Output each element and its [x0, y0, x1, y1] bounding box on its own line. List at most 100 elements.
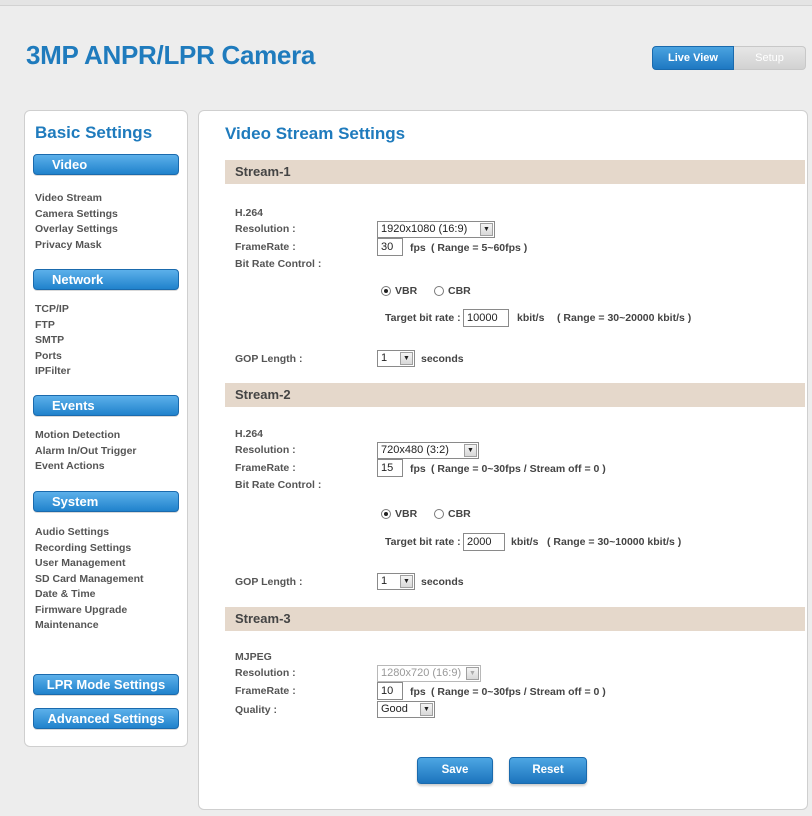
stream-2-gop-select[interactable]: 1 ▼ — [377, 573, 415, 590]
framerate-label: FrameRate : — [235, 241, 296, 253]
stream-1-gop-select[interactable]: 1 ▼ — [377, 350, 415, 367]
stream-1-target-label: Target bit rate : — [385, 312, 461, 324]
stream-1-resolution-value: 1920x1080 (16:9) — [381, 223, 468, 235]
stream-3-quality-value: Good — [381, 703, 408, 715]
framerate-label: FrameRate : — [235, 462, 296, 474]
live-view-button[interactable]: Live View — [652, 46, 734, 70]
resolution-label: Resolution : — [235, 667, 296, 679]
network-section-button[interactable]: Network — [33, 269, 179, 290]
gop-label: GOP Length : — [235, 353, 303, 365]
stream-2-kbits-unit: kbit/s — [511, 536, 539, 548]
stream-1-kbits-unit: kbit/s — [517, 312, 545, 324]
stream-2-cbr-radio[interactable] — [434, 509, 444, 519]
top-bar — [0, 0, 812, 6]
chevron-down-icon: ▼ — [400, 575, 413, 588]
stream-3-fps-unit: fps — [410, 686, 426, 698]
stream-2-seconds-unit: seconds — [421, 576, 464, 588]
stream-3-framerate-input[interactable]: 10 — [377, 682, 403, 700]
video-nav-list: Video Stream Camera Settings Overlay Set… — [35, 191, 118, 253]
stream-2-vbr-radio[interactable] — [381, 509, 391, 519]
stream-1-codec: H.264 — [235, 207, 264, 219]
stream-1-vbr-label: VBR — [395, 285, 418, 297]
sidebar-title: Basic Settings — [35, 123, 153, 142]
stream-1-bitrate-range: ( Range = 30~20000 kbit/s ) — [557, 312, 692, 324]
system-nav-list: Audio Settings Recording Settings User M… — [35, 525, 144, 634]
stream-1-fps-unit: fps — [410, 242, 426, 254]
sidebar-item-audio-settings[interactable]: Audio Settings — [35, 525, 144, 541]
stream-2-target-label: Target bit rate : — [385, 536, 461, 548]
events-section-button[interactable]: Events — [33, 395, 179, 416]
sidebar-item-user-management[interactable]: User Management — [35, 556, 144, 572]
sidebar-item-date-time[interactable]: Date & Time — [35, 587, 144, 603]
stream-3-header: Stream-3 — [225, 607, 805, 631]
stream-1-seconds-unit: seconds — [421, 353, 464, 365]
stream-2-resolution-value: 720x480 (3:2) — [381, 444, 449, 456]
stream-1-cbr-radio[interactable] — [434, 286, 444, 296]
stream-1-cbr-label: CBR — [448, 285, 471, 297]
page-title: Video Stream Settings — [225, 124, 406, 143]
stream-1-gop-value: 1 — [381, 352, 388, 364]
sidebar-item-overlay-settings[interactable]: Overlay Settings — [35, 222, 118, 238]
reset-button[interactable]: Reset — [509, 757, 587, 784]
stream-1-vbr-radio[interactable] — [381, 286, 391, 296]
save-button[interactable]: Save — [417, 757, 493, 784]
main-panel: Video Stream Settings Stream-1 H.264 Res… — [198, 110, 808, 810]
stream-3-codec: MJPEG — [235, 651, 272, 663]
sidebar-item-maintenance[interactable]: Maintenance — [35, 618, 144, 634]
setup-button[interactable]: Setup — [734, 46, 806, 70]
system-section-button[interactable]: System — [33, 491, 179, 512]
stream-2-fps-unit: fps — [410, 463, 426, 475]
sidebar-item-ftp[interactable]: FTP — [35, 318, 71, 334]
stream-2-cbr-label: CBR — [448, 508, 471, 520]
advanced-settings-button[interactable]: Advanced Settings — [33, 708, 179, 729]
sidebar: Basic Settings Video Video Stream Camera… — [24, 110, 188, 747]
sidebar-item-camera-settings[interactable]: Camera Settings — [35, 207, 118, 223]
sidebar-item-smtp[interactable]: SMTP — [35, 333, 71, 349]
sidebar-item-event-actions[interactable]: Event Actions — [35, 459, 137, 475]
framerate-label: FrameRate : — [235, 685, 296, 697]
video-section-button[interactable]: Video — [33, 154, 179, 175]
stream-2-resolution-select[interactable]: 720x480 (3:2) ▼ — [377, 442, 479, 459]
stream-2-vbr-label: VBR — [395, 508, 418, 520]
sidebar-item-ipfilter[interactable]: IPFilter — [35, 364, 71, 380]
stream-1-fps-range: ( Range = 5~60fps ) — [431, 242, 528, 254]
stream-3-quality-select[interactable]: Good ▼ — [377, 701, 435, 718]
chevron-down-icon: ▼ — [480, 223, 493, 236]
sidebar-item-tcpip[interactable]: TCP/IP — [35, 302, 71, 318]
sidebar-item-sd-card-management[interactable]: SD Card Management — [35, 572, 144, 588]
sidebar-item-firmware-upgrade[interactable]: Firmware Upgrade — [35, 603, 144, 619]
sidebar-item-ports[interactable]: Ports — [35, 349, 71, 365]
stream-2-target-bitrate-input[interactable]: 2000 — [463, 533, 505, 551]
stream-3-resolution-select[interactable]: 1280x720 (16:9) ▼ — [377, 665, 481, 682]
stream-1-framerate-input[interactable]: 30 — [377, 238, 403, 256]
chevron-down-icon: ▼ — [464, 444, 477, 457]
sidebar-item-motion-detection[interactable]: Motion Detection — [35, 428, 137, 444]
bitrate-control-label: Bit Rate Control : — [235, 258, 322, 270]
chevron-down-icon: ▼ — [400, 352, 413, 365]
sidebar-item-recording-settings[interactable]: Recording Settings — [35, 541, 144, 557]
stream-2-fps-range: ( Range = 0~30fps / Stream off = 0 ) — [431, 463, 606, 475]
network-nav-list: TCP/IP FTP SMTP Ports IPFilter — [35, 302, 71, 380]
resolution-label: Resolution : — [235, 223, 296, 235]
stream-2-codec: H.264 — [235, 428, 264, 440]
chevron-down-icon: ▼ — [466, 667, 479, 680]
stream-1-resolution-select[interactable]: 1920x1080 (16:9) ▼ — [377, 221, 495, 238]
quality-label: Quality : — [235, 704, 278, 716]
resolution-label: Resolution : — [235, 444, 296, 456]
bitrate-control-label: Bit Rate Control : — [235, 479, 322, 491]
stream-2-header: Stream-2 — [225, 383, 805, 407]
app-title: 3MP ANPR/LPR Camera — [26, 40, 316, 70]
events-nav-list: Motion Detection Alarm In/Out Trigger Ev… — [35, 428, 137, 475]
stream-3-resolution-value: 1280x720 (16:9) — [381, 667, 462, 679]
stream-2-gop-value: 1 — [381, 575, 388, 587]
sidebar-item-alarm-trigger[interactable]: Alarm In/Out Trigger — [35, 444, 137, 460]
stream-1-target-bitrate-input[interactable]: 10000 — [463, 309, 509, 327]
sidebar-item-video-stream[interactable]: Video Stream — [35, 191, 118, 207]
stream-3-fps-range: ( Range = 0~30fps / Stream off = 0 ) — [431, 686, 606, 698]
stream-1-header: Stream-1 — [225, 160, 805, 184]
stream-2-framerate-input[interactable]: 15 — [377, 459, 403, 477]
chevron-down-icon: ▼ — [420, 703, 433, 716]
lpr-mode-settings-button[interactable]: LPR Mode Settings — [33, 674, 179, 695]
stream-2-bitrate-range: ( Range = 30~10000 kbit/s ) — [547, 536, 682, 548]
sidebar-item-privacy-mask[interactable]: Privacy Mask — [35, 238, 118, 254]
